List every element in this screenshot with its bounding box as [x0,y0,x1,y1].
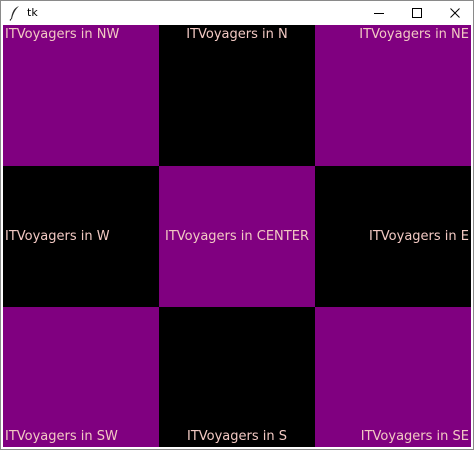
label-s: ITVoyagers in S [186,429,287,444]
label-grid: ITVoyagers in NW ITVoyagers in N ITVoyag… [3,25,471,447]
cell-nw: ITVoyagers in NW [3,25,159,166]
label-nw: ITVoyagers in NW [5,27,120,42]
cell-ne: ITVoyagers in NE [315,25,471,166]
label-center: ITVoyagers in CENTER [165,228,309,244]
label-se: ITVoyagers in SE [360,429,469,444]
label-sw: ITVoyagers in SW [5,429,118,444]
cell-sw: ITVoyagers in SW [3,307,159,447]
label-ne: ITVoyagers in NE [359,27,469,42]
label-n: ITVoyagers in N [186,27,288,42]
window-title: tk [27,6,38,19]
minimize-button[interactable] [360,1,398,25]
maximize-button[interactable] [398,1,436,25]
cell-n: ITVoyagers in N [159,25,315,166]
cell-s: ITVoyagers in S [159,307,315,447]
label-w: ITVoyagers in W [5,228,110,244]
close-icon [449,4,461,23]
feather-icon [8,5,22,21]
maximize-icon [411,4,423,23]
cell-se: ITVoyagers in SE [315,307,471,447]
close-button[interactable] [436,1,474,25]
cell-e: ITVoyagers in E [315,166,471,307]
cell-w: ITVoyagers in W [3,166,159,307]
label-e: ITVoyagers in E [369,228,469,244]
title-bar[interactable]: tk [1,1,473,25]
minimize-icon [373,4,385,23]
cell-center: ITVoyagers in CENTER [159,166,315,307]
tk-window: tk ITVoyagers in NW ITVoyagers in N ITVo… [0,0,474,450]
